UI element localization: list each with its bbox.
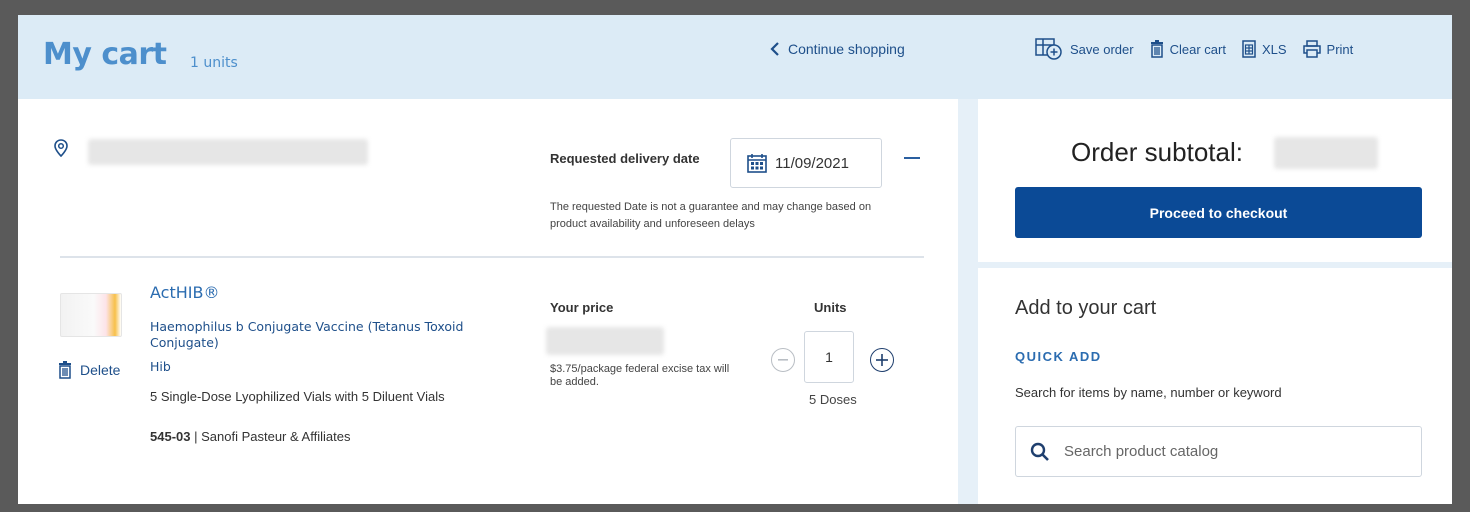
trash-icon (59, 361, 71, 379)
location-pin-icon (54, 139, 68, 157)
save-order-button[interactable]: Save order (1034, 37, 1134, 61)
search-input[interactable] (1064, 443, 1394, 460)
summary-divider (978, 262, 1452, 268)
trash-icon (1150, 40, 1163, 58)
doses-label: 5 Doses (809, 392, 857, 407)
product-description: Haemophilus b Conjugate Vaccine (Tetanus… (150, 319, 464, 350)
your-price-label: Your price (550, 300, 614, 315)
page-title: My cart (43, 37, 167, 72)
save-order-icon (1035, 38, 1062, 60)
chevron-left-icon (770, 42, 779, 56)
product-packaging: 5 Single-Dose Lyophilized Vials with 5 D… (150, 389, 445, 404)
redacted-ship-to-address (88, 139, 368, 165)
printer-icon (1302, 40, 1321, 58)
delete-label: Delete (80, 362, 121, 378)
continue-shopping-label: Continue shopping (788, 41, 905, 57)
xls-label: XLS (1261, 41, 1287, 57)
excise-tax-note: $3.75/package federal excise tax will be… (550, 363, 730, 388)
product-name-link[interactable]: ActHIB® (150, 283, 219, 302)
search-hint: Search for items by name, number or keyw… (1015, 385, 1282, 400)
manufacturer: | Sanofi Pasteur & Affiliates (194, 429, 351, 444)
product-abbreviation: Hib (150, 359, 171, 374)
product-code: 545-03 (150, 429, 191, 444)
redacted-price (546, 327, 664, 355)
delivery-date-value: 11/09/2021 (775, 154, 849, 172)
cart-toolbar: Save order Clear cart XLS Print (1034, 37, 1353, 61)
delivery-date-picker[interactable]: 11/09/2021 (730, 138, 882, 188)
cart-header: My cart 1 units Continue shopping Save o… (18, 15, 1452, 99)
redacted-subtotal (1274, 137, 1378, 169)
delivery-date-note: The requested Date is not a guarantee an… (550, 201, 872, 230)
clear-cart-label: Clear cart (1169, 41, 1226, 57)
collapse-icon[interactable] (904, 157, 920, 159)
minus-icon (778, 359, 788, 361)
increase-quantity-button[interactable] (870, 348, 894, 372)
plus-icon (876, 354, 888, 366)
units-label: Units (814, 300, 847, 315)
print-label: Print (1326, 41, 1354, 57)
search-icon (1030, 442, 1049, 461)
save-order-label: Save order (1070, 41, 1134, 57)
units-count: 1 units (190, 55, 238, 71)
cart-page: My cart 1 units Continue shopping Save o… (18, 15, 1452, 504)
product-code-line: 545-03 | Sanofi Pasteur & Affiliates (150, 429, 350, 444)
decrease-quantity-button[interactable] (771, 348, 795, 372)
quick-add-label: QUICK ADD (1015, 349, 1102, 364)
product-search-box[interactable] (1015, 426, 1422, 477)
xls-export-button[interactable]: XLS (1242, 40, 1287, 58)
clear-cart-button[interactable]: Clear cart (1150, 40, 1226, 58)
order-summary-panel: Order subtotal: Proceed to checkout Add … (978, 99, 1452, 504)
column-separator (958, 99, 978, 504)
cart-items-panel: Requested delivery date 11/09/2021 The r… (18, 99, 958, 504)
product-image (60, 293, 122, 337)
delete-item-button[interactable]: Delete (58, 361, 120, 379)
requested-delivery-label: Requested delivery date (550, 151, 700, 166)
quantity-input[interactable] (804, 331, 854, 383)
proceed-to-checkout-button[interactable]: Proceed to checkout (1015, 187, 1422, 238)
calendar-icon (747, 154, 767, 173)
add-to-cart-title: Add to your cart (1015, 297, 1157, 319)
order-subtotal-label: Order subtotal: (1071, 137, 1243, 167)
continue-shopping-link[interactable]: Continue shopping (770, 41, 905, 57)
section-divider (60, 256, 924, 258)
print-button[interactable]: Print (1302, 40, 1354, 58)
spreadsheet-icon (1242, 40, 1256, 58)
